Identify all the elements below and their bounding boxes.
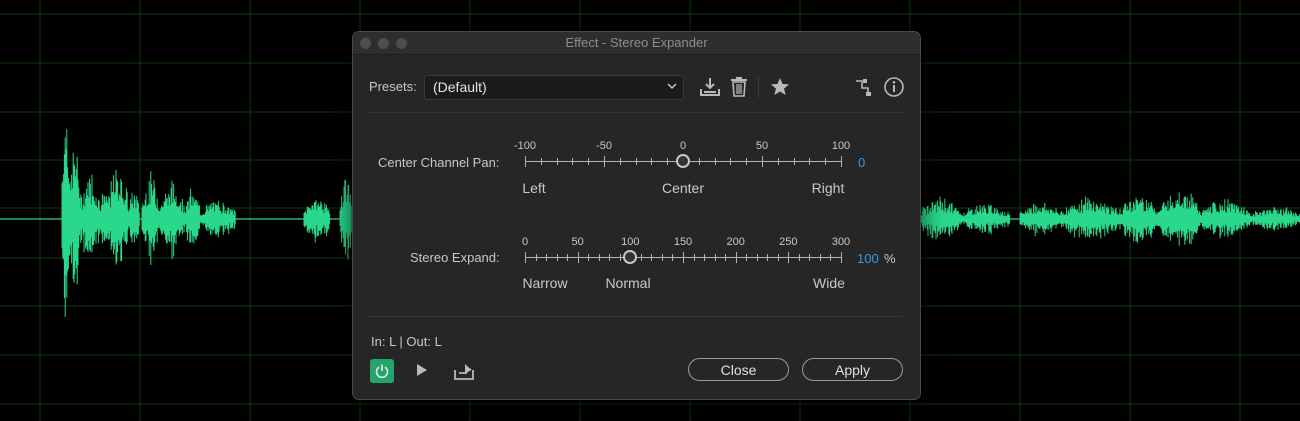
divider [369, 112, 902, 113]
preset-dropdown[interactable]: (Default) [424, 75, 684, 100]
minor-tick [535, 254, 537, 261]
export-icon[interactable] [453, 361, 475, 386]
minor-tick [725, 254, 727, 261]
minor-tick [546, 254, 548, 261]
favorite-star-icon[interactable] [770, 77, 790, 102]
scale-label: 50 [755, 140, 769, 152]
preset-value: (Default) [433, 79, 487, 95]
major-tick [841, 156, 842, 167]
routing-icon[interactable] [854, 77, 874, 102]
major-tick [525, 252, 526, 263]
minor-tick [651, 254, 653, 261]
scale-label: 100 [831, 140, 851, 152]
minor-tick [667, 158, 669, 165]
toolbar-divider [758, 76, 759, 98]
scale-label: 50 [571, 236, 584, 248]
major-tick [525, 156, 526, 167]
scale-label: 150 [673, 236, 693, 248]
minor-tick [798, 254, 800, 261]
expand-wide-label: Wide [813, 275, 845, 291]
scale-label: 100 [621, 236, 640, 248]
slider-thumb[interactable] [676, 154, 690, 168]
minor-tick [830, 254, 832, 261]
major-tick [841, 252, 842, 263]
divider [369, 316, 902, 317]
minor-tick [598, 254, 600, 261]
minor-tick [777, 254, 779, 261]
minor-tick [572, 158, 574, 165]
io-channels: In: L | Out: L [371, 334, 442, 349]
dialog-title: Effect - Stereo Expander [565, 35, 708, 50]
major-tick [577, 252, 579, 263]
minor-tick [767, 254, 769, 261]
pan-center-label: Center [661, 180, 705, 196]
minor-tick [640, 254, 642, 261]
minor-tick [609, 254, 611, 261]
expand-narrow-label: Narrow [522, 275, 568, 291]
center-pan-value[interactable]: 0 [858, 155, 865, 170]
title-bar[interactable]: Effect - Stereo Expander [353, 32, 920, 55]
minor-tick [567, 254, 569, 261]
minor-tick [819, 254, 821, 261]
scale-label: 200 [726, 236, 745, 248]
close-button[interactable]: Close [688, 358, 789, 381]
minor-tick [777, 158, 779, 165]
stereo-expand-slider[interactable]: 0 50 100 150 200 250 300 [521, 236, 850, 294]
pan-left-label: Left [522, 180, 546, 196]
major-tick [683, 252, 684, 263]
minor-tick [825, 158, 827, 165]
minor-tick [540, 158, 542, 165]
scale-label: 0 [521, 236, 529, 248]
minor-tick [651, 158, 653, 165]
minor-tick [698, 158, 700, 165]
minor-tick [809, 254, 811, 261]
minor-tick [756, 254, 758, 261]
pan-right-label: Right [811, 180, 845, 196]
save-preset-icon[interactable] [699, 76, 721, 103]
effect-dialog: Effect - Stereo Expander Presets: (Defau… [352, 31, 921, 400]
chevron-down-icon [665, 79, 679, 98]
minor-tick [556, 158, 558, 165]
major-tick [735, 252, 737, 263]
minor-tick [588, 158, 590, 165]
minor-tick [704, 254, 706, 261]
minor-tick [746, 158, 748, 165]
minor-tick [809, 158, 811, 165]
minor-tick [661, 254, 663, 261]
minor-tick [556, 254, 558, 261]
info-icon[interactable] [883, 76, 905, 103]
scale-label: 0 [679, 140, 687, 152]
apply-button[interactable]: Apply [802, 358, 903, 381]
minor-tick [588, 254, 590, 261]
stereo-expand-label: Stereo Expand: [410, 250, 500, 265]
scale-label: -100 [513, 140, 537, 152]
power-toggle-button[interactable] [370, 359, 394, 383]
minor-tick [619, 254, 621, 261]
minor-tick [693, 254, 695, 261]
slider-thumb[interactable] [623, 250, 638, 264]
major-tick [788, 252, 790, 263]
major-tick [604, 156, 605, 167]
major-tick [762, 156, 763, 167]
play-icon[interactable] [415, 362, 429, 383]
scale-label: 250 [779, 236, 798, 248]
minor-tick [635, 158, 637, 165]
power-icon [374, 363, 390, 384]
minor-tick [793, 158, 795, 165]
minor-tick [672, 254, 674, 261]
minor-tick [619, 158, 621, 165]
presets-label: Presets: [369, 79, 417, 94]
minor-tick [730, 158, 732, 165]
scale-label: 300 [831, 236, 851, 248]
center-pan-label: Center Channel Pan: [378, 155, 500, 170]
stereo-expand-unit: % [884, 251, 896, 266]
stereo-expand-value[interactable]: 100 [857, 251, 879, 266]
delete-preset-icon[interactable] [729, 76, 749, 103]
minor-tick [714, 254, 716, 261]
scale-label: -50 [596, 140, 612, 152]
minor-tick [746, 254, 748, 261]
expand-normal-label: Normal [605, 275, 651, 291]
minor-tick [714, 158, 716, 165]
